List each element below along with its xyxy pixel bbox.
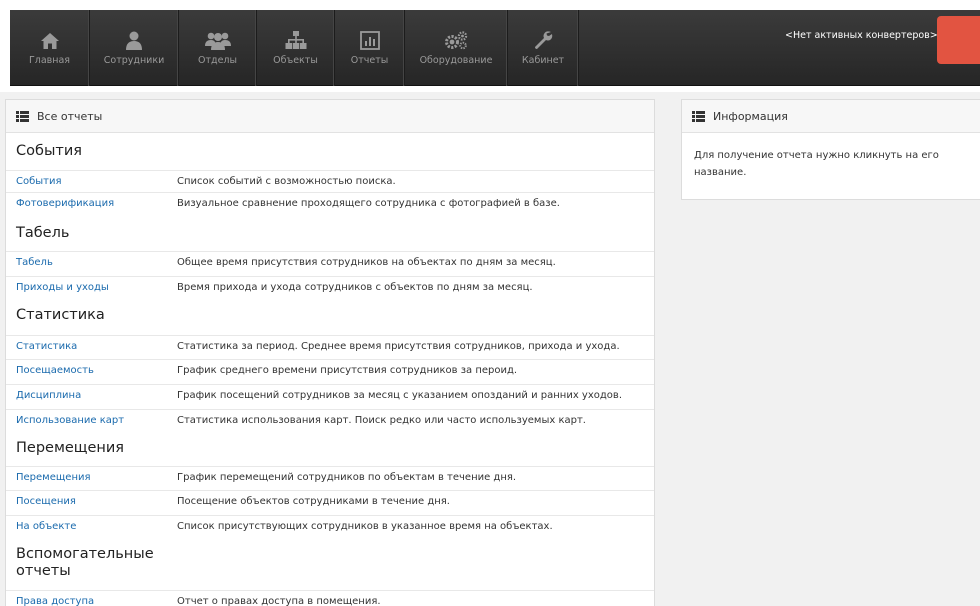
section-title-events: События bbox=[16, 143, 82, 159]
report-link-attendance[interactable]: Посещаемость bbox=[16, 365, 94, 376]
nav-item-departments[interactable]: Отделы bbox=[179, 10, 257, 86]
report-description: Статистика использования карт. Поиск ред… bbox=[177, 415, 586, 426]
gears-icon bbox=[445, 31, 468, 50]
report-row: Приходы и уходы Время прихода и ухода со… bbox=[6, 276, 654, 297]
report-description: Статистика за период. Среднее время прис… bbox=[177, 341, 620, 352]
report-description: График посещений сотрудников за месяц с … bbox=[177, 390, 622, 401]
home-icon bbox=[40, 33, 59, 49]
converter-status: <Нет активных конвертеров> bbox=[785, 30, 938, 41]
report-link-discipline[interactable]: Дисциплина bbox=[16, 390, 81, 401]
report-link-movements[interactable]: Перемещения bbox=[16, 472, 91, 483]
user-icon bbox=[126, 31, 142, 50]
nav-item-home[interactable]: Главная bbox=[10, 10, 90, 86]
report-row: Использование карт Статистика использова… bbox=[6, 409, 654, 430]
nav-item-reports[interactable]: Отчеты bbox=[335, 10, 405, 86]
section-title-line: Вспомогательные bbox=[16, 546, 154, 562]
report-description: Отчет о правах доступа в помещения. bbox=[177, 596, 381, 606]
info-text-line: Для получение отчета нужно кликнуть на е… bbox=[694, 150, 939, 161]
report-description: Список присутствующих сотрудников в указ… bbox=[177, 521, 553, 532]
report-description: График перемещений сотрудников по объект… bbox=[177, 472, 517, 483]
report-description: Время прихода и ухода сотрудников с объе… bbox=[177, 282, 533, 293]
all-reports-panel: Все отчеты События События Список событи… bbox=[5, 99, 655, 606]
section-title-movements: Перемещения bbox=[16, 440, 125, 456]
report-link-visits[interactable]: Посещения bbox=[16, 496, 76, 507]
section-title-timesheet: Табель bbox=[16, 225, 70, 241]
nav-item-cabinet[interactable]: Кабинет bbox=[508, 10, 579, 86]
wrench-icon bbox=[535, 31, 553, 49]
report-link-statistics[interactable]: Статистика bbox=[16, 341, 77, 352]
report-row: Перемещения График перемещений сотрудник… bbox=[6, 466, 654, 487]
report-description: График среднего времени присутствия сотр… bbox=[177, 365, 518, 376]
nav-label: Главная bbox=[28, 55, 71, 66]
list-icon bbox=[692, 110, 705, 122]
report-description: Визуальное сравнение проходящего сотрудн… bbox=[177, 198, 560, 209]
section-title-line: отчеты bbox=[16, 563, 71, 579]
report-row: На объекте Список присутствующих сотрудн… bbox=[6, 515, 654, 536]
report-description: Список событий с возможностью поиска. bbox=[177, 176, 396, 187]
nav-label: Сотрудники bbox=[103, 55, 165, 66]
list-icon bbox=[16, 110, 29, 122]
report-link-arrivals-departures[interactable]: Приходы и уходы bbox=[16, 282, 109, 293]
sitemap-icon bbox=[285, 31, 306, 49]
info-panel: Информация Для получение отчета нужно кл… bbox=[681, 99, 980, 200]
section-title-auxiliary: Вспомогательные отчеты bbox=[16, 546, 154, 580]
report-row: Дисциплина График посещений сотрудников … bbox=[6, 384, 654, 405]
report-description: Общее время присутствия сотрудников на о… bbox=[177, 257, 556, 268]
report-description: Посещение объектов сотрудниками в течени… bbox=[177, 496, 450, 507]
nav-label: Отчеты bbox=[350, 55, 389, 66]
section-title-statistics: Статистика bbox=[16, 307, 105, 323]
report-row: Фотоверификация Визуальное сравнение про… bbox=[6, 192, 654, 213]
nav-label: Кабинет bbox=[521, 55, 565, 66]
report-link-timesheet[interactable]: Табель bbox=[16, 257, 53, 268]
users-icon bbox=[204, 32, 231, 50]
nav-item-objects[interactable]: Объекты bbox=[257, 10, 335, 86]
report-link-card-usage[interactable]: Использование карт bbox=[16, 415, 124, 426]
report-link-photo-verification[interactable]: Фотоверификация bbox=[16, 198, 114, 209]
report-row: Табель Общее время присутствия сотрудник… bbox=[6, 251, 654, 272]
report-row: Права доступа Отчет о правах доступа в п… bbox=[6, 590, 654, 606]
report-link-events[interactable]: События bbox=[16, 176, 62, 187]
panel-header: Все отчеты bbox=[6, 100, 654, 133]
info-text: Для получение отчета нужно кликнуть на е… bbox=[682, 133, 980, 181]
bar-chart-icon bbox=[359, 31, 380, 50]
converter-action-button[interactable] bbox=[937, 16, 980, 64]
panel-header: Информация bbox=[682, 100, 980, 133]
report-link-on-site[interactable]: На объекте bbox=[16, 521, 76, 532]
nav-label: Оборудование bbox=[419, 55, 493, 66]
panel-title: Информация bbox=[713, 109, 788, 123]
nav-label: Объекты bbox=[273, 55, 318, 66]
panel-title: Все отчеты bbox=[37, 109, 103, 123]
report-row: Статистика Статистика за период. Среднее… bbox=[6, 335, 654, 356]
nav-label: Отделы bbox=[198, 55, 237, 66]
report-row: Посещаемость График среднего времени при… bbox=[6, 359, 654, 380]
report-row: Посещения Посещение объектов сотрудникам… bbox=[6, 490, 654, 511]
nav-item-employees[interactable]: Сотрудники bbox=[90, 10, 179, 86]
top-bar: Главная Сотрудники Отделы Объекты Отчеты… bbox=[0, 0, 980, 92]
report-row: События Список событий с возможностью по… bbox=[6, 170, 654, 191]
info-text-line: название. bbox=[694, 167, 747, 178]
main-nav: Главная Сотрудники Отделы Объекты Отчеты… bbox=[10, 10, 980, 86]
report-link-access-rights[interactable]: Права доступа bbox=[16, 596, 94, 606]
nav-item-equipment[interactable]: Оборудование bbox=[405, 10, 508, 86]
